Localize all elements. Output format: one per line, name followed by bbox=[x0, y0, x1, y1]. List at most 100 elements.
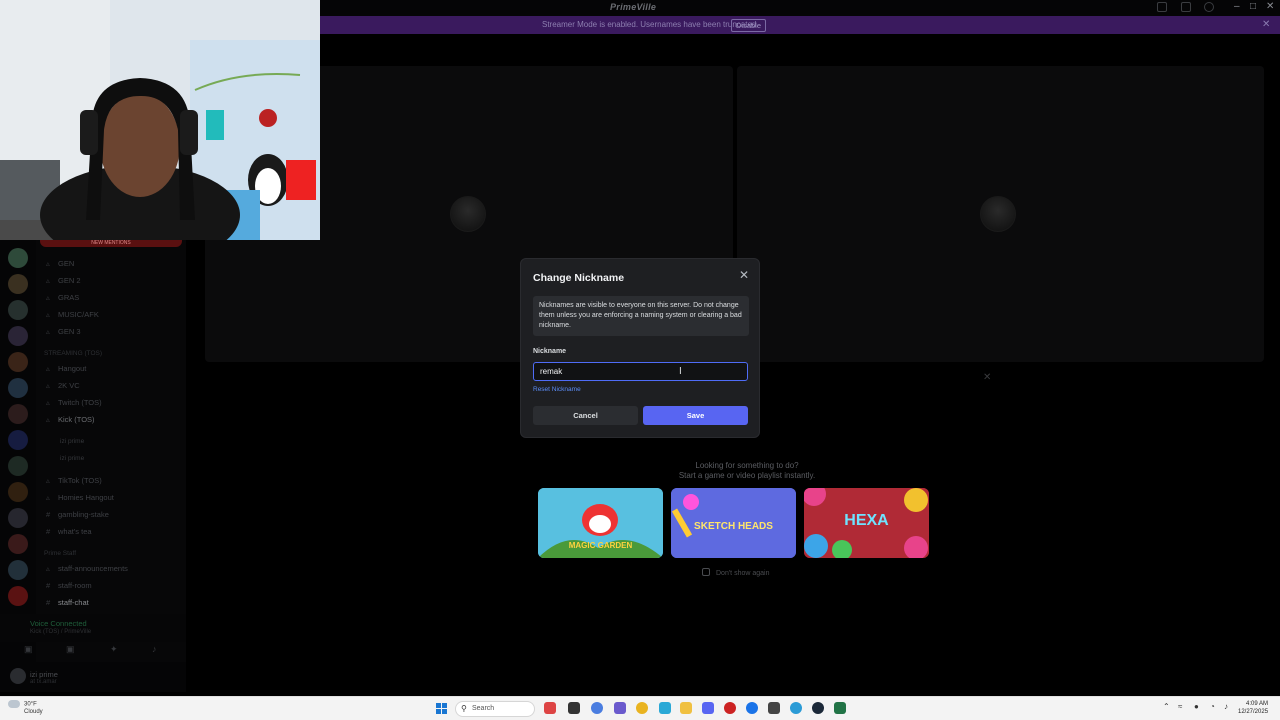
speaker-icon: ▵ bbox=[46, 293, 50, 302]
chrome-icon[interactable] bbox=[636, 702, 648, 714]
voice-channel-gen[interactable]: ▵ GEN bbox=[46, 259, 74, 268]
taskbar-search[interactable]: ⚲ Search bbox=[455, 701, 535, 717]
channel-label: MUSIC/AFK bbox=[58, 310, 99, 319]
avatar[interactable] bbox=[10, 668, 26, 684]
voice-channel-gen-3[interactable]: ▵ GEN 3 bbox=[46, 327, 81, 336]
channel-label: GEN bbox=[58, 259, 75, 268]
channel-kick[interactable]: ▵ Kick (TOS) bbox=[46, 415, 95, 424]
server-icon[interactable] bbox=[8, 326, 28, 346]
file-explorer-icon[interactable] bbox=[680, 702, 692, 714]
voice-status-detail[interactable]: Kick (TOS) / PrimeVille bbox=[30, 629, 91, 635]
channel-2k-vc[interactable]: ▵ 2K VC bbox=[46, 381, 80, 390]
microphone-icon[interactable]: ● bbox=[1194, 702, 1199, 711]
app-icon[interactable] bbox=[544, 702, 556, 714]
server-icon[interactable] bbox=[8, 274, 28, 294]
nickname-input[interactable] bbox=[533, 362, 748, 381]
discord-icon[interactable] bbox=[702, 702, 714, 714]
server-rail bbox=[0, 240, 36, 670]
dont-show-again-label: Don't show again bbox=[716, 570, 770, 577]
channel-staff-chat[interactable]: # staff-chat bbox=[46, 598, 89, 607]
channel-twitch[interactable]: ▵ Twitch (TOS) bbox=[46, 398, 102, 407]
channel-homies-hangout[interactable]: ▵ Homies Hangout bbox=[46, 493, 114, 502]
close-icon[interactable]: ✕ bbox=[739, 268, 749, 282]
speaker-icon: ▵ bbox=[46, 398, 50, 407]
server-icon[interactable] bbox=[8, 560, 28, 580]
speaker-icon: ▵ bbox=[46, 327, 50, 336]
category-streaming[interactable]: STREAMING (TOS) bbox=[44, 350, 102, 357]
server-icon[interactable] bbox=[8, 534, 28, 554]
maximize-icon[interactable]: □ bbox=[1250, 1, 1256, 12]
app-icon[interactable] bbox=[746, 702, 758, 714]
app-icon[interactable] bbox=[591, 702, 603, 714]
voice-user[interactable]: izi prime bbox=[60, 438, 84, 445]
channel-staff-announcements[interactable]: ▵ staff-announcements bbox=[46, 564, 128, 573]
category-staff[interactable]: Prime Staff bbox=[44, 550, 76, 557]
minimize-icon[interactable]: – bbox=[1234, 1, 1240, 12]
server-icon[interactable] bbox=[8, 482, 28, 502]
server-icon[interactable] bbox=[8, 404, 28, 424]
server-icon[interactable] bbox=[8, 586, 28, 606]
nickname-field-label: Nickname bbox=[533, 348, 567, 355]
channel-gambling-stake[interactable]: # gambling-stake bbox=[46, 510, 109, 519]
activity-card-sketch-heads[interactable]: SKETCH HEADS bbox=[671, 488, 796, 558]
camera-icon[interactable]: ▣ bbox=[24, 644, 38, 654]
edge-icon[interactable] bbox=[790, 702, 802, 714]
server-icon[interactable] bbox=[8, 352, 28, 372]
speaker-icon: ▵ bbox=[46, 310, 50, 319]
app-icon[interactable] bbox=[614, 702, 626, 714]
participant-avatar bbox=[450, 196, 486, 232]
steam-icon[interactable] bbox=[812, 702, 824, 714]
dismiss-banner-icon[interactable]: ✕ bbox=[1262, 19, 1270, 30]
user-name[interactable]: izi prime bbox=[30, 670, 58, 679]
activity-card-magic-garden[interactable]: MAGIC GARDEN bbox=[538, 488, 663, 558]
server-icon[interactable] bbox=[8, 430, 28, 450]
channel-whats-tea[interactable]: # what's tea bbox=[46, 527, 92, 536]
voice-user[interactable]: izi prime bbox=[60, 455, 84, 462]
cancel-button[interactable]: Cancel bbox=[533, 406, 638, 425]
weather-widget[interactable]: 30°F Cloudy bbox=[8, 700, 43, 716]
voice-status-title[interactable]: Voice Connected bbox=[30, 619, 87, 628]
new-mentions-bar[interactable]: NEW MENTIONS bbox=[40, 240, 182, 247]
server-icon[interactable] bbox=[8, 248, 28, 268]
user-status: at tx.amar bbox=[30, 679, 57, 685]
server-icon[interactable] bbox=[8, 508, 28, 528]
screen-icon[interactable] bbox=[1181, 2, 1191, 12]
activity-icon[interactable]: ✦ bbox=[110, 644, 124, 654]
channel-label: 2K VC bbox=[58, 381, 80, 390]
speaker-volume-icon[interactable]: ♪ bbox=[1224, 702, 1228, 711]
help-icon[interactable] bbox=[1204, 2, 1214, 12]
server-icon[interactable] bbox=[8, 378, 28, 398]
wifi-icon[interactable]: ◔ bbox=[1210, 702, 1215, 711]
dont-show-again[interactable]: Don't show again bbox=[702, 568, 769, 577]
server-icon[interactable] bbox=[8, 456, 28, 476]
channel-hangout[interactable]: ▵ Hangout bbox=[46, 364, 86, 373]
clock-date: 12/27/2025 bbox=[1238, 709, 1269, 715]
screen-share-icon[interactable]: ▣ bbox=[66, 644, 80, 654]
app-icon[interactable] bbox=[768, 702, 780, 714]
server-icon[interactable] bbox=[8, 300, 28, 320]
windows-start-icon[interactable] bbox=[436, 703, 447, 714]
checkbox[interactable] bbox=[702, 568, 710, 576]
voice-channel-gen-2[interactable]: ▵ GEN 2 bbox=[46, 276, 81, 285]
chevron-up-icon[interactable]: ⌃ bbox=[1163, 702, 1170, 711]
video-tile-right[interactable] bbox=[737, 66, 1264, 362]
weather-temp: 30°F bbox=[24, 701, 37, 708]
activity-card-hexa[interactable]: HEXA bbox=[804, 488, 929, 558]
close-window-icon[interactable]: ✕ bbox=[1266, 1, 1274, 12]
reset-nickname-link[interactable]: Reset Nickname bbox=[533, 386, 581, 393]
save-button[interactable]: Save bbox=[643, 406, 748, 425]
app-icon[interactable] bbox=[659, 702, 671, 714]
inbox-icon[interactable] bbox=[1157, 2, 1167, 12]
channel-tiktok[interactable]: ▵ TikTok (TOS) bbox=[46, 476, 102, 485]
app-icon[interactable] bbox=[724, 702, 736, 714]
system-clock[interactable]: 4:09 AM 12/27/2025 bbox=[1238, 700, 1268, 716]
voice-channel-gras[interactable]: ▵ GRAS bbox=[46, 293, 79, 302]
channel-staff-room[interactable]: # staff-room bbox=[46, 581, 92, 590]
network-icon[interactable]: ≈ bbox=[1178, 702, 1182, 711]
soundboard-icon[interactable]: ♪ bbox=[152, 644, 166, 654]
excel-icon[interactable] bbox=[834, 702, 846, 714]
close-activity-icon[interactable]: ✕ bbox=[983, 372, 991, 383]
disable-streamer-mode-button[interactable]: Disable bbox=[731, 19, 767, 32]
task-view-icon[interactable] bbox=[568, 702, 580, 714]
voice-channel-music-afk[interactable]: ▵ MUSIC/AFK bbox=[46, 310, 99, 319]
